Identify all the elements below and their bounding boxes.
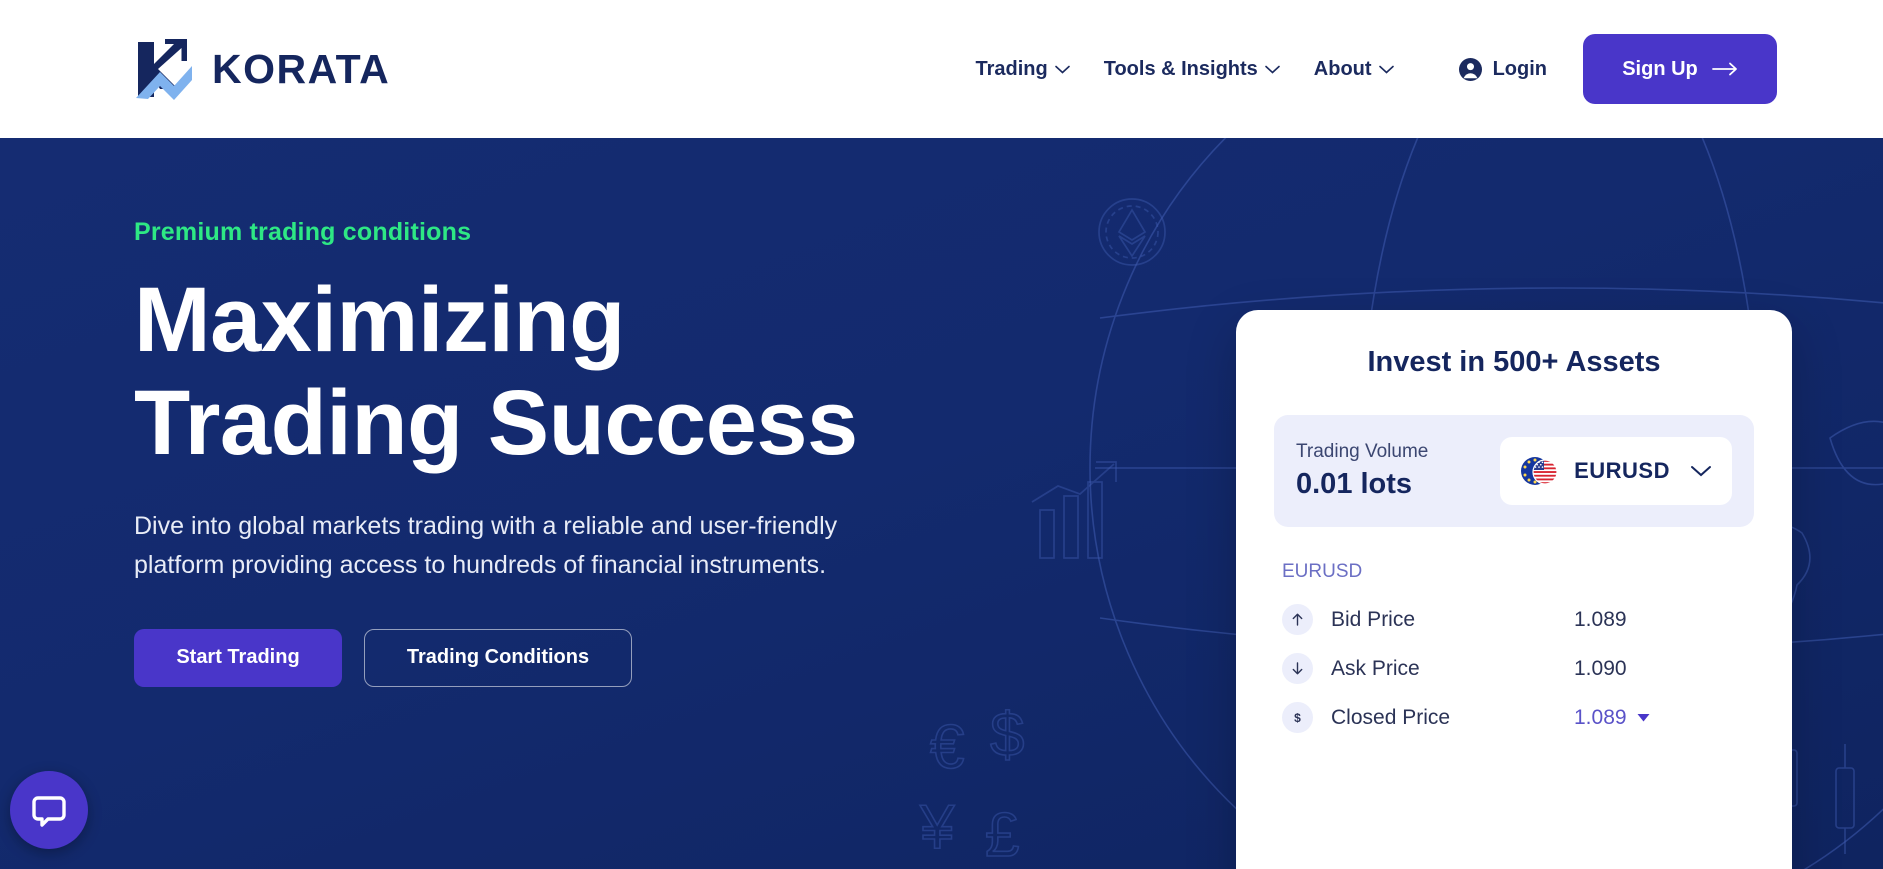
price-value-group: 1.089 bbox=[1574, 706, 1754, 730]
trade-card-title: Invest in 500+ Assets bbox=[1367, 346, 1661, 378]
symbol-label: EURUSD bbox=[1282, 561, 1363, 582]
hero-cta-row: Start Trading Trading Conditions bbox=[134, 628, 894, 687]
chevron-down-icon bbox=[1691, 466, 1711, 477]
euro-symbol: € bbox=[930, 713, 964, 782]
price-label: Ask Price bbox=[1331, 656, 1420, 680]
trading-conditions-button[interactable]: Trading Conditions bbox=[364, 628, 632, 687]
brand-name: KORATA bbox=[212, 45, 391, 92]
site-header: KORATA Trading Tools & Insights About Lo… bbox=[0, 0, 1883, 138]
start-trading-button[interactable]: Start Trading bbox=[134, 628, 342, 687]
trading-volume-label: Trading Volume bbox=[1296, 441, 1429, 462]
dollar-symbol: $ bbox=[990, 701, 1024, 770]
triangle-down-icon bbox=[1637, 714, 1650, 722]
chat-widget-button[interactable] bbox=[10, 771, 88, 849]
chat-bubble-icon bbox=[32, 796, 66, 827]
trading-volume-box: Trading Volume 0.01 lots EURUSD bbox=[1274, 415, 1754, 527]
headline-line-2: Trading Success bbox=[134, 372, 858, 475]
currency-pair-select[interactable]: EURUSD bbox=[1500, 437, 1732, 505]
price-row-ask: Ask Price 1.090 bbox=[1274, 644, 1754, 693]
nav-item-trading[interactable]: Trading bbox=[975, 57, 1070, 81]
currency-pair-name: EURUSD bbox=[1574, 458, 1670, 483]
svg-text:$: $ bbox=[1294, 711, 1301, 725]
nav-item-label: Tools & Insights bbox=[1103, 57, 1258, 80]
eurusd-flags-icon bbox=[1521, 457, 1558, 485]
hero-content: Premium trading conditions Maximizing Tr… bbox=[134, 218, 894, 687]
brand-logo[interactable]: KORATA bbox=[134, 36, 390, 102]
page-root: KORATA Trading Tools & Insights About Lo… bbox=[0, 0, 1883, 869]
chevron-down-icon bbox=[1264, 65, 1280, 74]
price-value: 1.090 bbox=[1574, 656, 1627, 680]
korata-k-arrow-logo bbox=[136, 39, 192, 100]
headline-line-1: Maximizing bbox=[134, 269, 625, 371]
hero-subcopy: Dive into global markets trading with a … bbox=[134, 512, 838, 579]
signup-button[interactable]: Sign Up bbox=[1583, 34, 1777, 104]
hero-eyebrow: Premium trading conditions bbox=[134, 218, 472, 246]
nav-item-label: Trading bbox=[975, 57, 1048, 80]
nav-item-about[interactable]: About bbox=[1314, 58, 1394, 81]
price-row-bid: Bid Price 1.089 bbox=[1274, 595, 1754, 644]
dollar-sign-icon: $ bbox=[1282, 702, 1313, 733]
price-label: Closed Price bbox=[1331, 705, 1451, 729]
pound-symbol: £ bbox=[985, 801, 1019, 869]
chevron-down-icon bbox=[1378, 65, 1394, 74]
arrow-up-icon bbox=[1282, 604, 1313, 635]
trading-volume-value: 0.01 lots bbox=[1296, 468, 1413, 500]
yen-symbol: ¥ bbox=[919, 793, 955, 862]
login-link[interactable]: Login bbox=[1458, 57, 1547, 82]
price-value: 1.089 bbox=[1574, 607, 1627, 631]
price-row-closed: $ Closed Price 1.089 bbox=[1274, 693, 1754, 742]
login-label: Login bbox=[1492, 57, 1547, 80]
trading-volume-group: Trading Volume 0.01 lots bbox=[1296, 441, 1428, 501]
trade-card: Invest in 500+ Assets Trading Volume 0.0… bbox=[1236, 310, 1792, 869]
main-nav: Trading Tools & Insights About Login Sig… bbox=[975, 34, 1883, 104]
chevron-down-icon bbox=[1054, 65, 1070, 74]
price-value: 1.089 bbox=[1574, 705, 1627, 729]
user-circle-icon bbox=[1458, 57, 1482, 81]
price-label: Bid Price bbox=[1331, 607, 1416, 631]
nav-item-tools-insights[interactable]: Tools & Insights bbox=[1104, 58, 1280, 81]
arrow-right-icon bbox=[1711, 62, 1737, 76]
hero-headline: Maximizing Trading Success bbox=[134, 269, 894, 475]
hero-section: € $ ¥ £ Premium trading conditions Maxim… bbox=[0, 138, 1883, 869]
signup-label: Sign Up bbox=[1622, 57, 1698, 80]
arrow-down-icon bbox=[1282, 653, 1313, 684]
nav-item-label: About bbox=[1313, 57, 1372, 80]
